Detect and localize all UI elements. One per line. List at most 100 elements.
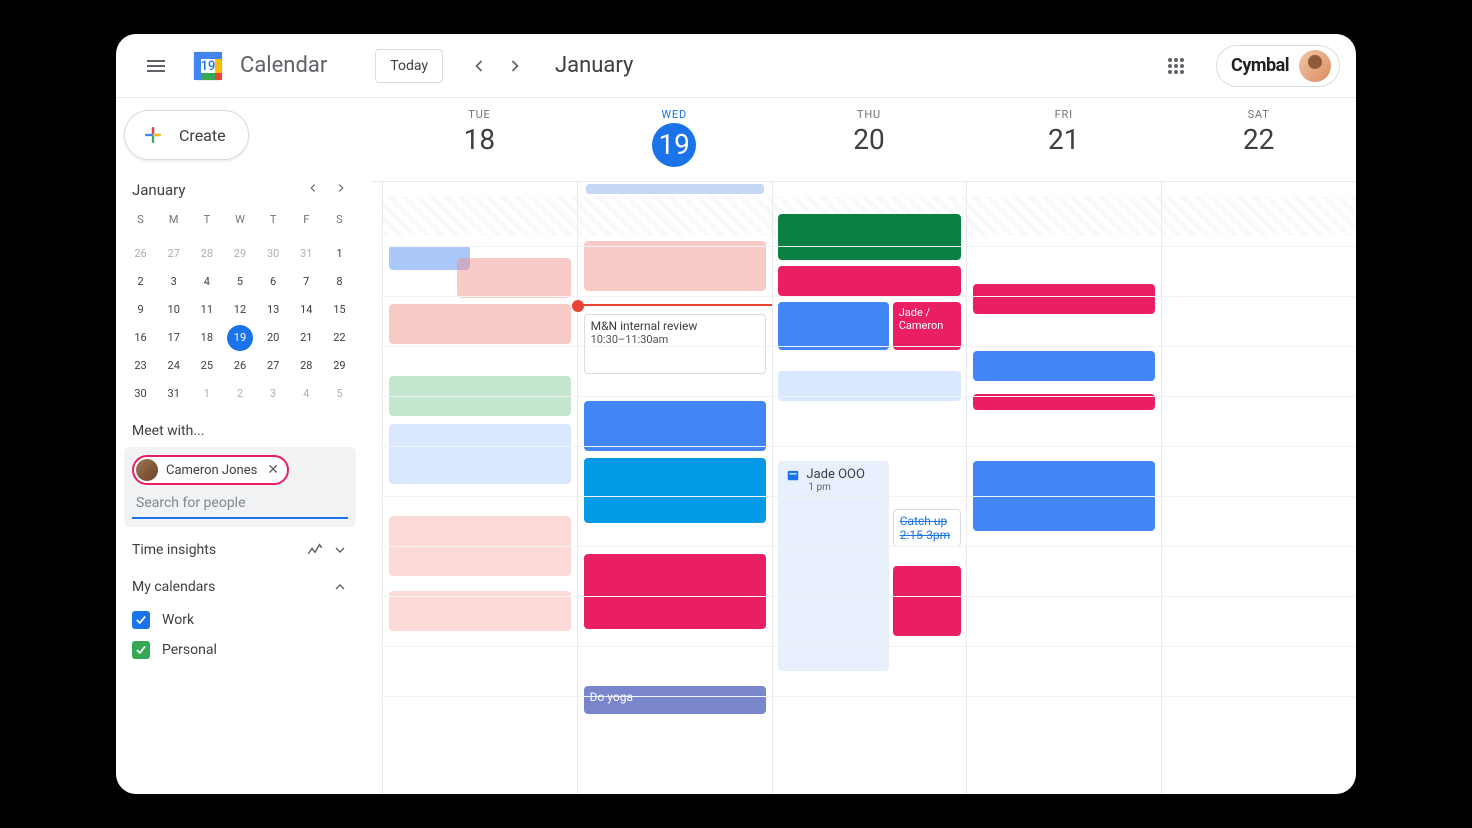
mini-day[interactable]: 27	[260, 353, 286, 379]
remove-person-button[interactable]: ✕	[265, 462, 281, 478]
event-icon	[786, 468, 800, 482]
google-apps-button[interactable]	[1156, 46, 1196, 86]
mini-day[interactable]: 18	[194, 325, 220, 351]
mini-day[interactable]: 5	[227, 269, 253, 295]
mini-day[interactable]: 30	[260, 241, 286, 267]
mini-day[interactable]: 8	[326, 269, 352, 295]
mini-day[interactable]: 30	[128, 381, 154, 407]
mini-day[interactable]: 3	[161, 269, 187, 295]
mini-prev-button[interactable]	[306, 180, 320, 199]
event-jade-cameron[interactable]: Jade / Cameron	[893, 302, 961, 350]
mini-day[interactable]: 12	[227, 297, 253, 323]
hour-line	[578, 246, 772, 247]
mini-day[interactable]: 2	[128, 269, 154, 295]
main-menu-button[interactable]	[132, 42, 180, 90]
calendar-personal[interactable]: Personal	[124, 635, 356, 665]
time-insights-row[interactable]: Time insights	[124, 531, 356, 569]
event-block[interactable]	[584, 241, 766, 291]
mini-day[interactable]: 3	[260, 381, 286, 407]
hour-line	[383, 546, 577, 547]
mini-day[interactable]: 25	[194, 353, 220, 379]
mini-day[interactable]: 7	[293, 269, 319, 295]
mini-day[interactable]: 2	[227, 381, 253, 407]
hour-line	[1162, 696, 1356, 697]
event-block[interactable]	[457, 258, 571, 298]
mini-day[interactable]: 26	[128, 241, 154, 267]
event-block[interactable]	[389, 304, 571, 344]
my-calendars-row[interactable]: My calendars	[124, 569, 356, 605]
mini-day[interactable]: 21	[293, 325, 319, 351]
chevron-right-icon	[334, 181, 348, 195]
people-search-input[interactable]	[132, 485, 348, 519]
day-header[interactable]: FRI21	[966, 98, 1161, 181]
day-number: 21	[966, 123, 1161, 156]
event-block[interactable]	[389, 424, 571, 484]
day-col-wed[interactable]: M&N internal review 10:30–11:30am Do yog…	[577, 196, 772, 794]
mini-day[interactable]: 28	[194, 241, 220, 267]
event-block[interactable]	[389, 591, 571, 631]
mini-day[interactable]: 9	[128, 297, 154, 323]
mini-day[interactable]: 11	[194, 297, 220, 323]
event-ooo[interactable]: Jade OOO 1 pm	[778, 461, 888, 671]
mini-day[interactable]: 31	[293, 241, 319, 267]
day-header[interactable]: TUE18	[382, 98, 577, 181]
day-col-sat[interactable]	[1161, 196, 1356, 794]
app-body: Create January SMTWTFS 26272829303112345…	[116, 98, 1356, 794]
day-col-tue[interactable]	[382, 196, 577, 794]
event-yoga[interactable]: Do yoga	[584, 686, 766, 714]
mini-day[interactable]: 24	[161, 353, 187, 379]
mini-day[interactable]: 4	[194, 269, 220, 295]
day-header[interactable]: THU20	[772, 98, 967, 181]
next-period-button[interactable]	[499, 50, 531, 82]
mini-day[interactable]: 29	[326, 353, 352, 379]
mini-day[interactable]: 22	[326, 325, 352, 351]
mini-day[interactable]: 31	[161, 381, 187, 407]
event-block[interactable]	[584, 401, 766, 451]
mini-day[interactable]: 14	[293, 297, 319, 323]
event-block[interactable]	[584, 554, 766, 629]
mini-next-button[interactable]	[334, 180, 348, 199]
mini-day[interactable]: 20	[260, 325, 286, 351]
calendar-work[interactable]: Work	[124, 605, 356, 635]
person-chip[interactable]: Cameron Jones ✕	[132, 455, 289, 485]
mini-day[interactable]: 1	[326, 241, 352, 267]
mini-day[interactable]: 10	[161, 297, 187, 323]
hour-line	[383, 246, 577, 247]
mini-day[interactable]: 4	[293, 381, 319, 407]
chevron-down-icon	[332, 542, 348, 558]
mini-day[interactable]: 23	[128, 353, 154, 379]
mini-day[interactable]: 26	[227, 353, 253, 379]
today-button[interactable]: Today	[375, 49, 443, 83]
event-block[interactable]	[893, 566, 961, 636]
event-block[interactable]	[778, 214, 960, 260]
event-block[interactable]	[973, 284, 1155, 314]
event-block[interactable]	[778, 302, 888, 350]
event-block[interactable]	[584, 458, 766, 523]
event-block[interactable]	[973, 351, 1155, 381]
mini-day[interactable]: 27	[161, 241, 187, 267]
mini-day[interactable]: 19	[227, 325, 253, 351]
mini-day[interactable]: 29	[227, 241, 253, 267]
mini-day[interactable]: 6	[260, 269, 286, 295]
event-cancelled[interactable]: Catch up 2:15-3pm	[893, 509, 961, 547]
day-header[interactable]: SAT22	[1161, 98, 1356, 181]
mini-weekday: S	[323, 207, 356, 233]
mini-day[interactable]: 28	[293, 353, 319, 379]
event-review[interactable]: M&N internal review 10:30–11:30am	[584, 314, 766, 374]
allday-event[interactable]	[586, 184, 764, 194]
mini-day[interactable]: 1	[194, 381, 220, 407]
mini-day[interactable]: 13	[260, 297, 286, 323]
day-header[interactable]: WED19	[577, 98, 772, 181]
mini-day[interactable]: 16	[128, 325, 154, 351]
hour-line	[578, 646, 772, 647]
time-grid[interactable]: M&N internal review 10:30–11:30am Do yog…	[372, 196, 1356, 794]
event-block[interactable]	[778, 266, 960, 296]
day-col-thu[interactable]: Jade / Cameron Jade OOO 1 pm Catch up 2:…	[772, 196, 967, 794]
day-col-fri[interactable]	[966, 196, 1161, 794]
prev-period-button[interactable]	[463, 50, 495, 82]
mini-day[interactable]: 5	[326, 381, 352, 407]
account-chip[interactable]: Cymbal	[1216, 45, 1340, 87]
mini-day[interactable]: 17	[161, 325, 187, 351]
create-button[interactable]: Create	[124, 110, 249, 160]
mini-day[interactable]: 15	[326, 297, 352, 323]
